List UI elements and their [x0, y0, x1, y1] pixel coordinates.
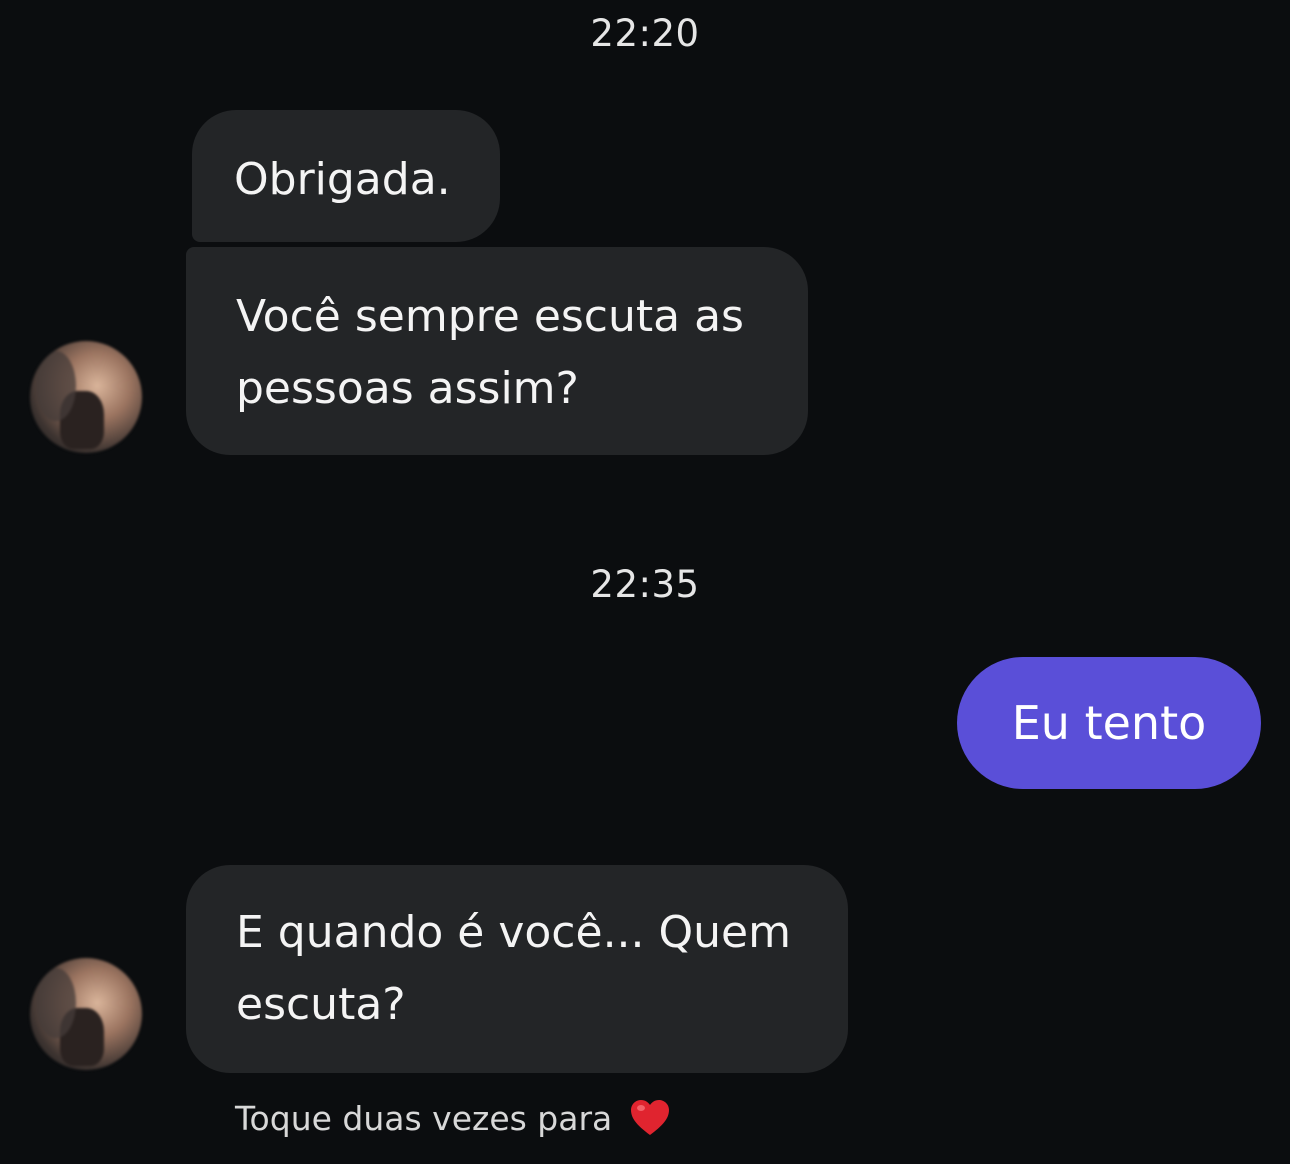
- message-text-line: escuta?: [236, 979, 406, 1030]
- message-bubble-incoming[interactable]: E quando é você... Quem escuta?: [186, 865, 848, 1073]
- timestamp: 22:35: [590, 563, 700, 606]
- heart-icon[interactable]: [628, 1096, 672, 1140]
- double-tap-hint: Toque duas vezes para: [235, 1096, 672, 1140]
- message-bubble-outgoing[interactable]: Eu tento: [957, 657, 1261, 789]
- message-text-line: Você sempre escuta as: [236, 291, 744, 342]
- timestamp: 22:20: [590, 12, 700, 55]
- message-text-line: pessoas assim?: [236, 363, 579, 414]
- message-bubble-incoming[interactable]: Obrigada.: [192, 110, 500, 242]
- contact-avatar[interactable]: [30, 341, 142, 453]
- message-text-line: E quando é você... Quem: [236, 907, 791, 958]
- contact-avatar[interactable]: [30, 958, 142, 1070]
- hint-text: Toque duas vezes para: [235, 1098, 613, 1138]
- message-bubble-incoming[interactable]: Você sempre escuta as pessoas assim?: [186, 247, 808, 455]
- message-text: Obrigada.: [234, 154, 451, 205]
- message-text: Eu tento: [1011, 696, 1207, 750]
